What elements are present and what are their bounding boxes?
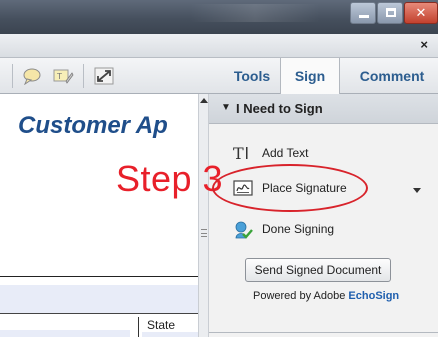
toolbar-separator — [12, 64, 13, 88]
document-rule — [0, 276, 198, 277]
minimize-button[interactable] — [350, 2, 376, 24]
minimize-icon — [359, 15, 369, 18]
document-bar: × — [0, 34, 438, 58]
maximize-icon — [386, 8, 396, 17]
expand-icon[interactable] — [94, 67, 114, 85]
tab-comment[interactable]: Comment — [346, 58, 438, 94]
close-document-button[interactable]: × — [420, 37, 428, 52]
comment-bubble-icon[interactable] — [22, 67, 42, 86]
highlight-ellipse — [212, 164, 368, 212]
close-icon: ✕ — [415, 5, 427, 20]
document-title: Customer Ap — [18, 112, 168, 139]
panel-divider — [209, 332, 438, 333]
panel-header[interactable]: ▼ I Need to Sign — [209, 94, 438, 124]
sign-panel: ▼ I Need to Sign T Add Text Place Signat… — [209, 94, 438, 337]
done-signing-label: Done Signing — [262, 222, 335, 236]
document-form-band — [0, 285, 198, 313]
document-form-field — [142, 332, 198, 337]
titlebar-blur — [190, 4, 320, 22]
scroll-up-icon[interactable] — [200, 98, 208, 103]
send-signed-document-button[interactable]: Send Signed Document — [245, 258, 391, 282]
close-window-button[interactable]: ✕ — [404, 2, 438, 24]
add-text-label: Add Text — [262, 146, 309, 160]
done-signing-icon — [233, 220, 253, 239]
toolbar-separator — [83, 64, 84, 88]
scroll-grip-icon[interactable] — [201, 229, 207, 237]
state-label: State — [147, 318, 176, 332]
highlight-pen-icon[interactable]: T — [52, 67, 74, 85]
tab-tools[interactable]: Tools — [224, 58, 280, 94]
text-tool-icon: T — [233, 144, 253, 163]
toolbar: T Tools Sign Comment — [0, 58, 438, 94]
collapse-triangle-icon: ▼ — [221, 102, 231, 113]
document-form-field — [0, 330, 130, 337]
powered-by-line: Powered by Adobe EchoSign — [253, 290, 399, 302]
powered-by-text: Powered by Adobe — [253, 290, 346, 302]
maximize-button[interactable] — [377, 2, 403, 24]
tab-sign[interactable]: Sign — [280, 58, 340, 94]
window-titlebar: ✕ — [0, 0, 438, 34]
svg-text:T: T — [56, 72, 62, 81]
document-cell-divider — [138, 317, 139, 337]
document-rule — [0, 313, 198, 314]
panel-header-title: I Need to Sign — [236, 101, 323, 116]
echosign-link[interactable]: EchoSign — [348, 290, 399, 302]
chevron-down-icon[interactable] — [413, 188, 421, 193]
step-annotation: Step 3 — [116, 158, 224, 199]
svg-text:T: T — [233, 144, 244, 162]
document-scrollbar[interactable] — [198, 94, 209, 337]
